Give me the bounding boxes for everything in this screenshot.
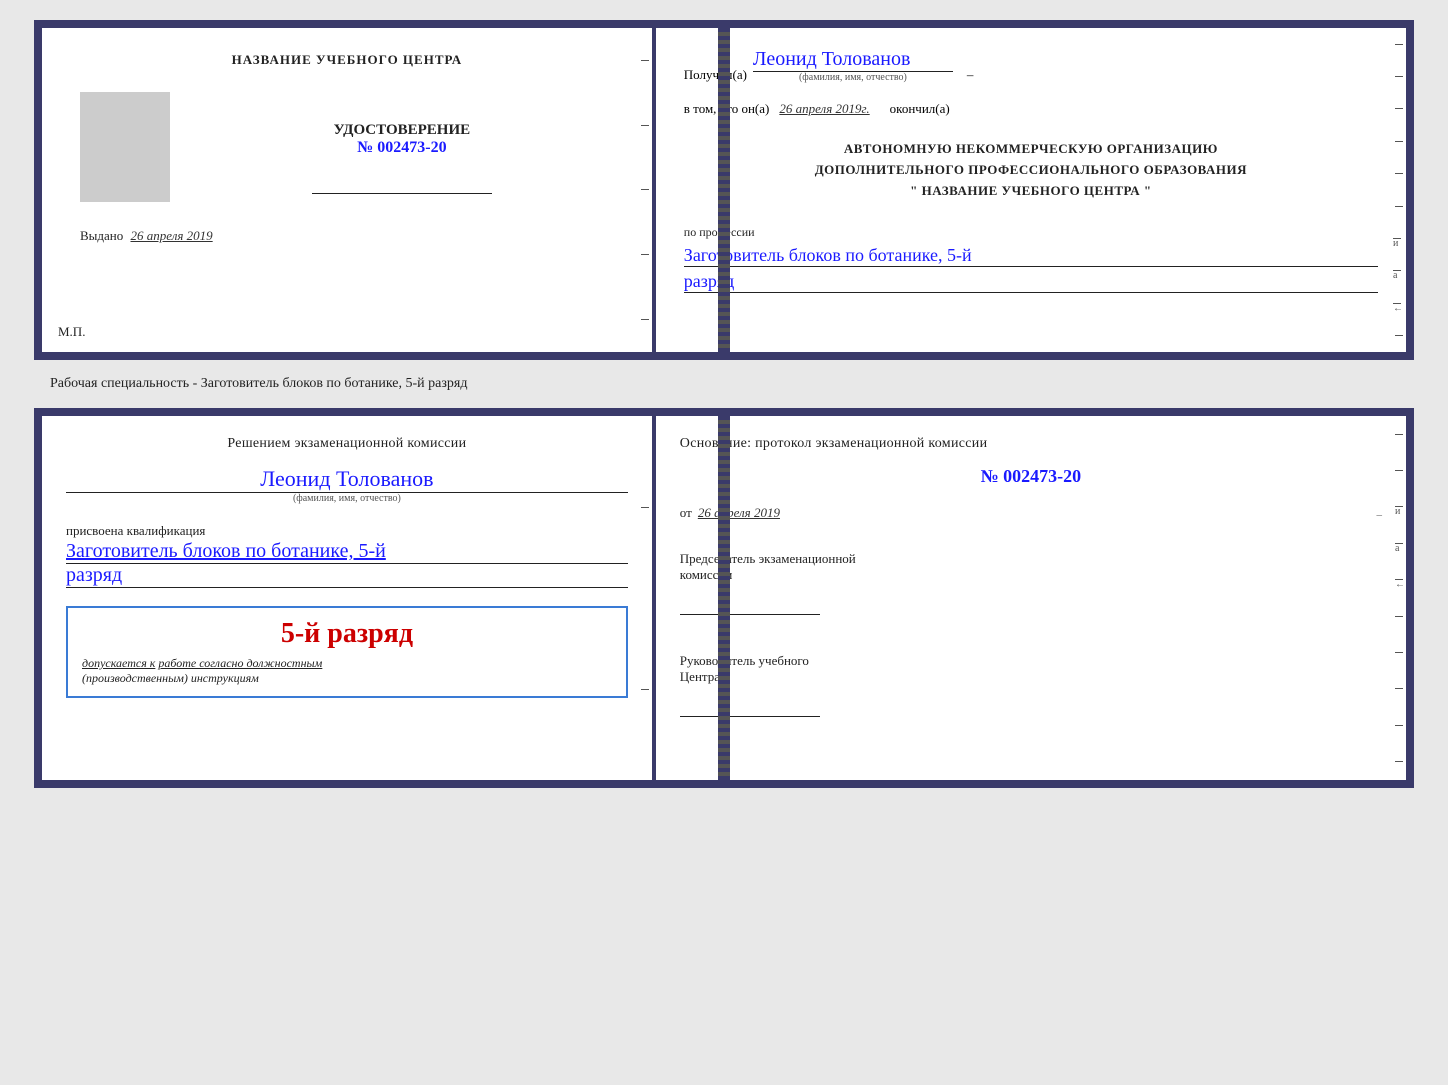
photo-placeholder bbox=[80, 92, 170, 202]
dash-top: – bbox=[967, 67, 974, 83]
right-side-dashes-top: и а ← bbox=[1392, 28, 1406, 352]
bottom-left-side-dashes bbox=[638, 416, 652, 780]
bottom-right-side-dashes: и а ← bbox=[1392, 416, 1406, 780]
received-label: Получил(а) bbox=[684, 67, 747, 83]
chairman-title2: комиссии bbox=[680, 567, 1382, 583]
chairman-title: Председатель экзаменационной bbox=[680, 551, 1382, 567]
top-left-title: НАЗВАНИЕ УЧЕБНОГО ЦЕНТРА bbox=[232, 52, 463, 68]
center-head-title2: Центра bbox=[680, 669, 1382, 685]
rank-bottom: разряд bbox=[66, 564, 628, 588]
protocol-date-prefix: от bbox=[680, 505, 692, 521]
bottom-doc-spine bbox=[718, 416, 730, 780]
mp-label: М.П. bbox=[58, 324, 85, 340]
rank-box-sub: допускается к работе согласно должностны… bbox=[82, 656, 612, 686]
rank-value-top: разряд bbox=[684, 271, 1378, 293]
issued-label: Выдано bbox=[80, 228, 123, 243]
doc-spine bbox=[718, 28, 730, 352]
bottom-doc-right: Основание: протокол экзаменационной коми… bbox=[656, 416, 1406, 780]
protocol-number: № 002473-20 bbox=[680, 466, 1382, 487]
left-side-dashes bbox=[638, 28, 652, 352]
org-line2: ДОПОЛНИТЕЛЬНОГО ПРОФЕССИОНАЛЬНОГО ОБРАЗО… bbox=[684, 160, 1378, 181]
top-document: НАЗВАНИЕ УЧЕБНОГО ЦЕНТРА УДОСТОВЕРЕНИЕ №… bbox=[34, 20, 1414, 360]
decision-text: Решением экзаменационной комиссии bbox=[66, 436, 628, 452]
center-head-title: Руководитель учебного bbox=[680, 653, 1382, 669]
recipient-name: Леонид Толованов bbox=[753, 48, 953, 72]
rank-box: 5-й разряд допускается к работе согласно… bbox=[66, 606, 628, 698]
basis-text: Основание: протокол экзаменационной коми… bbox=[680, 436, 1382, 452]
top-doc-right: Получил(а) Леонид Толованов (фамилия, им… bbox=[656, 28, 1406, 352]
protocol-date-row: от 26 апреля 2019 – bbox=[680, 505, 1382, 521]
confirm-date: 26 апреля 2019г. bbox=[779, 101, 869, 117]
specialty-label: Рабочая специальность - Заготовитель бло… bbox=[20, 376, 467, 392]
chairman-block: Председатель экзаменационной комиссии bbox=[680, 551, 1382, 619]
person-name-bottom: Леонид Толованов bbox=[66, 466, 628, 493]
org-line3: " НАЗВАНИЕ УЧЕБНОГО ЦЕНТРА " bbox=[684, 181, 1378, 202]
profession-value: Заготовитель блоков по ботанике, 5-й bbox=[684, 245, 1378, 267]
qualification-label: присвоена квалификация bbox=[66, 523, 205, 538]
top-doc-left: НАЗВАНИЕ УЧЕБНОГО ЦЕНТРА УДОСТОВЕРЕНИЕ №… bbox=[42, 28, 656, 352]
org-line1: АВТОНОМНУЮ НЕКОММЕРЧЕСКУЮ ОРГАНИЗАЦИЮ bbox=[684, 139, 1378, 160]
name-sub-top: (фамилия, имя, отчество) bbox=[753, 72, 953, 83]
bottom-doc-left: Решением экзаменационной комиссии Леонид… bbox=[42, 416, 656, 780]
finished-label: окончил(а) bbox=[890, 101, 950, 117]
cert-number: № 002473-20 bbox=[357, 139, 446, 157]
bottom-document: Решением экзаменационной комиссии Леонид… bbox=[34, 408, 1414, 788]
qualification-value: Заготовитель блоков по ботанике, 5-й bbox=[66, 540, 628, 564]
chairman-sig-line bbox=[680, 597, 820, 615]
cert-title: УДОСТОВЕРЕНИЕ bbox=[334, 122, 471, 139]
person-sub-bottom: (фамилия, имя, отчество) bbox=[293, 493, 401, 504]
center-head-block: Руководитель учебного Центра bbox=[680, 653, 1382, 721]
protocol-date: 26 апреля 2019 bbox=[698, 505, 780, 521]
issued-date: 26 апреля 2019 bbox=[131, 228, 213, 243]
rank-box-main: 5-й разряд bbox=[82, 618, 612, 650]
center-head-sig-line bbox=[680, 699, 820, 717]
